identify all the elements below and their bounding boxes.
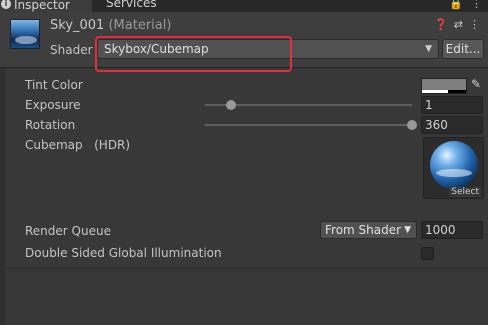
render-queue-label: Render Queue: [25, 224, 111, 238]
help-icon[interactable]: ❓: [434, 18, 448, 31]
render-queue-mode: From Shader: [325, 223, 402, 237]
menu-icon[interactable]: ⋮: [469, 18, 480, 31]
material-title: Sky_001 (Material): [50, 18, 171, 33]
exposure-slider[interactable]: [205, 100, 412, 110]
left-edge: [0, 68, 5, 325]
exposure-slider-thumb[interactable]: [225, 100, 236, 110]
chevron-down-icon: ▼: [404, 225, 411, 235]
tab-bar: i Inspector Services 🔒 ⋮: [0, 0, 488, 12]
tint-color-swatch[interactable]: [421, 78, 467, 94]
menu-icon[interactable]: ⋮: [471, 0, 482, 10]
info-icon: i: [1, 0, 11, 9]
exposure-field[interactable]: 1: [421, 96, 483, 114]
material-type: (Material): [108, 18, 172, 33]
tab-services[interactable]: Services: [98, 0, 170, 12]
cubemap-texture-slot[interactable]: Select: [423, 137, 484, 199]
rotation-slider[interactable]: [205, 120, 417, 130]
chevron-down-icon: ▼: [425, 44, 432, 54]
rotation-label: Rotation: [25, 118, 76, 132]
cubemap-preview: [430, 141, 478, 189]
tab-services-label: Services: [106, 0, 157, 10]
presets-icon[interactable]: ⇄: [454, 18, 463, 31]
tint-color-label: Tint Color: [25, 78, 83, 92]
exposure-label: Exposure: [25, 98, 81, 112]
header-icons: ❓ ⇄ ⋮: [428, 18, 480, 31]
cubemap-select-button[interactable]: Select: [449, 187, 481, 197]
shader-highlight-box: [95, 36, 292, 72]
tabbar-controls: 🔒 ⋮: [441, 0, 482, 10]
tab-inspector-label: Inspector: [14, 0, 70, 12]
cubemap-hdr-tag: (HDR): [94, 138, 131, 152]
material-thumbnail: [10, 19, 40, 49]
double-sided-gi-label: Double Sided Global Illumination: [25, 246, 222, 260]
eyedropper-icon[interactable]: ✎: [471, 77, 481, 91]
cubemap-label-text: Cubemap: [25, 138, 83, 152]
edit-shader-button[interactable]: Edit...: [442, 39, 484, 59]
tab-inspector[interactable]: i Inspector: [0, 0, 92, 12]
shader-label: Shader: [50, 43, 93, 57]
cubemap-label: Cubemap (HDR): [25, 138, 130, 152]
lock-icon[interactable]: 🔒: [449, 0, 463, 10]
bottom-divider: [0, 268, 488, 269]
render-queue-field[interactable]: 1000: [421, 221, 483, 239]
rotation-field[interactable]: 360: [421, 116, 483, 134]
double-sided-gi-checkbox[interactable]: [421, 247, 434, 260]
material-name: Sky_001: [50, 18, 105, 33]
render-queue-dropdown[interactable]: From Shader ▼: [320, 221, 417, 239]
rotation-slider-thumb[interactable]: [407, 120, 417, 130]
